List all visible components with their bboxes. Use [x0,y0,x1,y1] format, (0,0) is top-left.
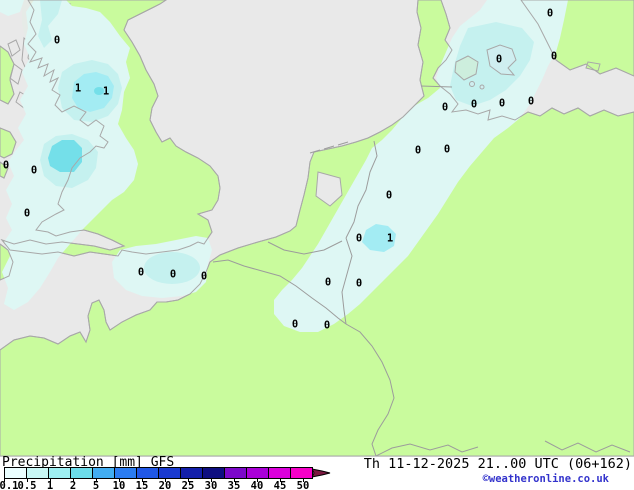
legend-color-segment [180,467,203,479]
legend-color-segment [92,467,115,479]
precip-value-label: 0 [24,208,30,220]
precip-value-label: 0 [444,144,450,156]
precip-value-label: 0 [547,8,553,20]
legend-tick-label: 5 [92,480,100,490]
precip-value-label: 1 [387,233,393,245]
copyright-text: ©weatheronline.co.uk [482,473,609,485]
precip-value-label: 0 [415,145,421,157]
precip-value-label: 0 [496,54,502,66]
legend-tick-label: 25 [181,480,195,490]
legend-tick-label: 20 [158,480,172,490]
legend-tick-label: 50 [296,480,310,490]
precip-value-label: 0 [356,278,362,290]
precip-value-label: 0 [325,277,331,289]
legend-color-segment [114,467,137,479]
precip-value-label: 0 [292,319,298,331]
precip-value-label: 0 [499,98,505,110]
precip-value-label: 0 [138,267,144,279]
legend-tick-label: 0.1 [0,480,19,490]
precip-value-label: 0 [324,320,330,332]
legend-color-segment [290,467,313,479]
legend-color-segment [246,467,269,479]
legend-color-segment [268,467,291,479]
precip-value-label: 0 [31,165,37,177]
legend-tick-label: 1 [46,480,54,490]
legend-arrow-icon [312,468,331,478]
precip-value-label: 0 [528,96,534,108]
precip-value-label: 0 [170,269,176,281]
legend-tick-label: 45 [273,480,287,490]
precip-value-label: 0 [442,102,448,114]
legend-color-segment [4,467,27,479]
legend-color-segment [158,467,181,479]
forecast-datetime: Th 11-12-2025 21..00 UTC (06+162) [363,456,632,472]
legend-color-segment [202,467,225,479]
legend-tick-label: 30 [204,480,218,490]
legend-tick-label: 40 [250,480,264,490]
precip-value-label: 0 [54,35,60,47]
legend-tick-label: 15 [135,480,149,490]
precip-value-label: 0 [551,51,557,63]
precip-value-label: 0 [356,233,362,245]
legend-tick-label: 2 [69,480,77,490]
legend-tick-label: 35 [227,480,241,490]
legend-color-segment [224,467,247,479]
legend-colorbar [4,467,332,479]
precip-value-label: 0 [471,99,477,111]
legend-color-segment [48,467,71,479]
map-canvas: 0 1 1 0 0 0 0 0 0 0 0 0 0 0 0 0 0 0 0 0 1 0 0 0 0 [0,0,634,457]
legend-tick-label: 10 [112,480,126,490]
precip-value-label: 1 [75,83,81,95]
legend-color-segment [26,467,49,479]
precipitation-map: 0 1 1 0 0 0 0 0 0 0 0 0 0 0 0 0 0 0 0 0 1 0 0 0 0 [0,0,634,457]
precip-value-label: 1 [103,86,109,98]
precip-value-label: 0 [386,190,392,202]
legend-color-segment [70,467,93,479]
precip-value-label: 0 [3,160,9,172]
precip-value-label: 0 [201,271,207,283]
legend-color-segment [136,467,159,479]
legend-tick-label: 0.5 [17,480,37,490]
weather-map-page: 0110000000000000000010000 Precipitation … [0,0,634,490]
